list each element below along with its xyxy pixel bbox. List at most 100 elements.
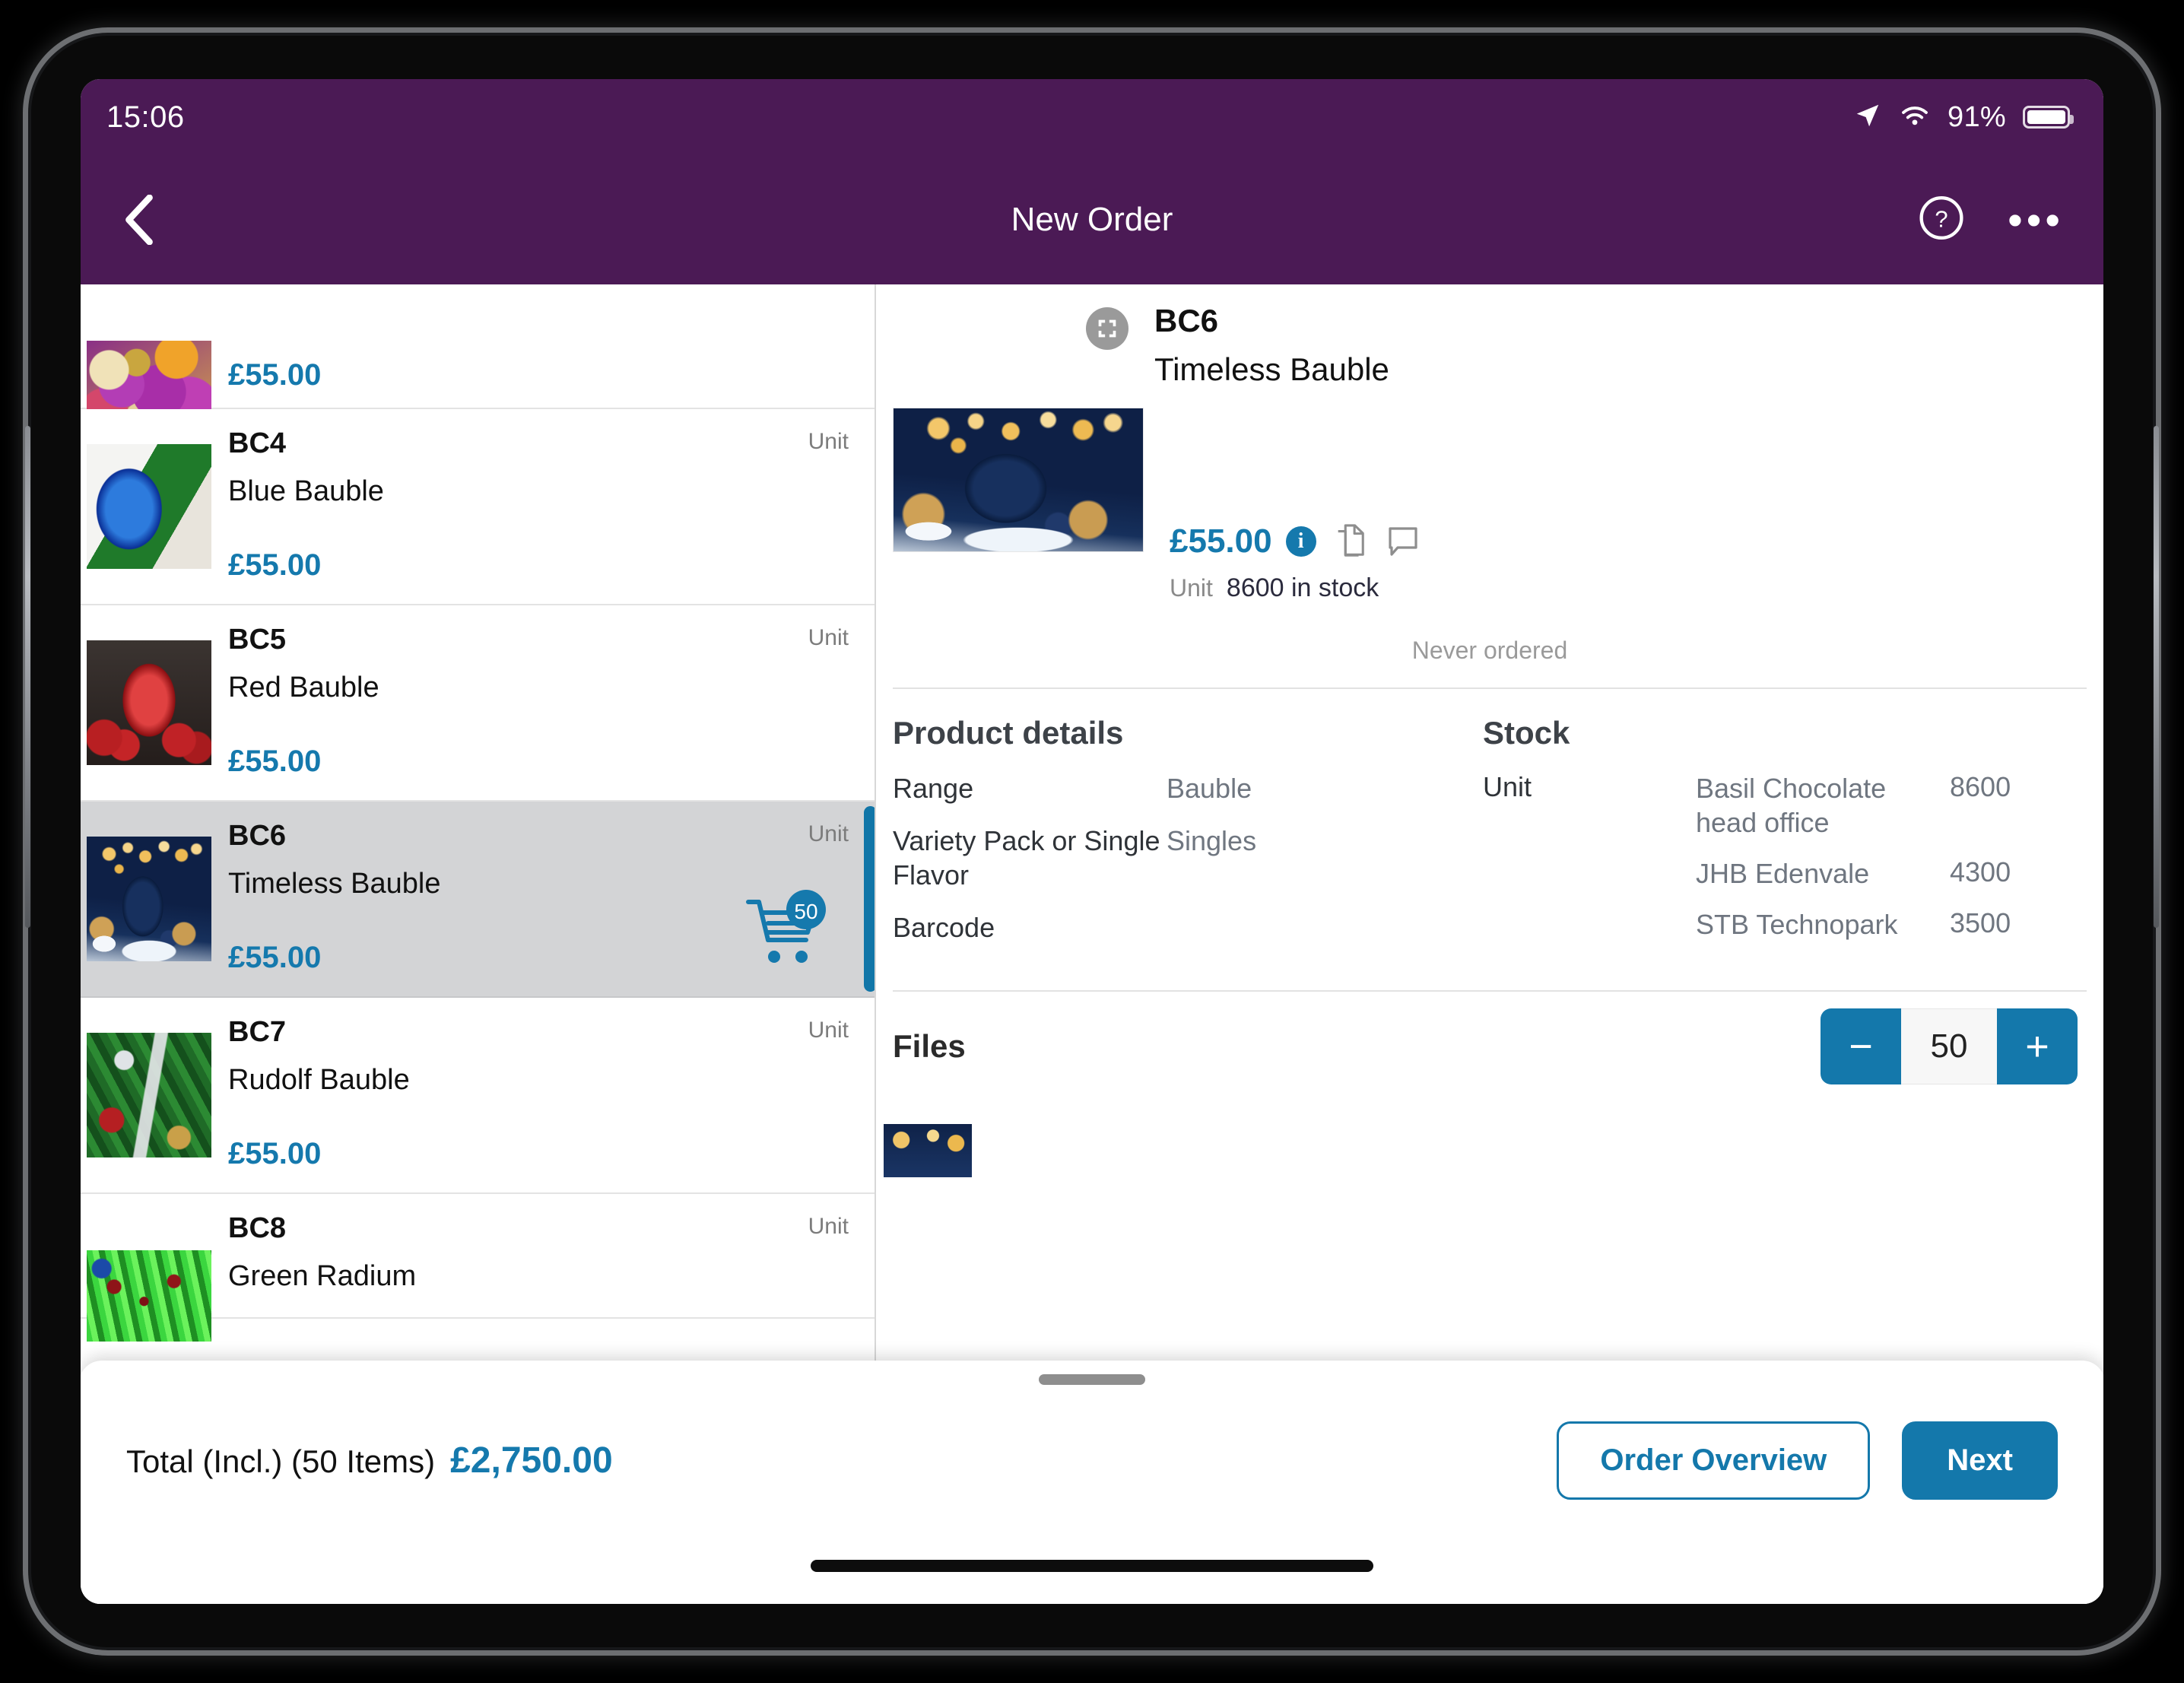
location-name: STB Technopark	[1696, 909, 1898, 940]
detail-product-name: Timeless Bauble	[1154, 351, 1389, 387]
detail-sku: BC6	[1154, 303, 1219, 338]
product-sku: BC6	[228, 820, 287, 852]
field-label: Variety Pack or Single Flavor	[893, 825, 1160, 891]
location-arrow-icon	[1853, 101, 1882, 134]
svg-text:?: ?	[1935, 205, 1948, 232]
location-name: JHB Edenvale	[1696, 858, 1870, 889]
page-title: New Order	[1011, 201, 1173, 238]
product-sku: BC4	[228, 427, 287, 459]
product-sku: BC7	[228, 1016, 287, 1048]
field-value: Bauble	[1167, 773, 1252, 804]
list-item[interactable]: BC4 Blue Bauble Unit £55.00	[81, 409, 875, 605]
quantity-value[interactable]: 50	[1901, 1008, 1997, 1084]
detail-unit-label: Unit	[1170, 574, 1213, 602]
price-row: £55.00 i	[1170, 522, 1423, 561]
list-item[interactable]: BC8 Green Radium Unit	[81, 1194, 875, 1342]
field-label: Range	[893, 773, 974, 804]
comment-icon[interactable]	[1383, 522, 1423, 561]
product-sku: BC8	[228, 1212, 287, 1244]
quantity-stepper[interactable]: − 50 +	[1821, 1008, 2078, 1084]
detail-field: Barcode	[893, 910, 1471, 945]
status-time: 15:06	[106, 100, 185, 134]
location-name: Basil Chocolate head office	[1696, 773, 1887, 838]
product-price: £55.00	[228, 745, 322, 778]
detail-header: BC6 Timeless Bauble	[876, 284, 2103, 388]
detail-price-block: £55.00 i Unit 8600 in stock	[1170, 408, 1423, 603]
order-actions: Order Overview Next	[1557, 1421, 2058, 1500]
product-name: Green Radium	[228, 1260, 417, 1292]
cart-icon[interactable]: 50	[742, 888, 841, 973]
product-name: Red Bauble	[228, 672, 379, 703]
quantity-increment-button[interactable]: +	[1997, 1008, 2078, 1084]
product-unit-label: Unit	[808, 625, 849, 650]
product-details-title: Product details	[893, 715, 1124, 751]
ipad-device-frame: 15:06 91% New Order ? ••• £55.00 BC4 Blu…	[0, 0, 2184, 1683]
order-total-label: Total (Incl.) (50 Items)	[126, 1443, 436, 1479]
product-unit-label: Unit	[808, 1018, 849, 1043]
files-title: Files	[893, 1028, 966, 1064]
stock-location-row: Basil Chocolate head office 8600	[1696, 771, 2087, 840]
more-options-icon[interactable]: •••	[2008, 198, 2064, 241]
next-button[interactable]: Next	[1902, 1421, 2058, 1500]
status-right-group: 91%	[1853, 101, 2074, 134]
stock-title: Stock	[1483, 715, 1570, 751]
cart-badge-count: 50	[794, 900, 817, 923]
app-screen: 15:06 91% New Order ? ••• £55.00 BC4 Blu…	[81, 79, 2103, 1604]
field-value: Singles	[1167, 825, 1257, 856]
stock-locations: Basil Chocolate head office 8600 JHB Ede…	[1696, 771, 2087, 958]
product-price: £55.00	[228, 548, 322, 582]
detail-header-text: BC6 Timeless Bauble	[1154, 303, 1389, 388]
product-unit-label: Unit	[808, 821, 849, 846]
product-name: Blue Bauble	[228, 475, 384, 507]
help-icon[interactable]: ?	[1918, 195, 1965, 246]
list-item-selected[interactable]: BC6 Timeless Bauble Unit £55.00 50	[81, 802, 875, 998]
product-thumbnail	[87, 444, 211, 569]
info-icon[interactable]: i	[1285, 526, 1316, 557]
file-thumbnail[interactable]	[884, 1124, 972, 1177]
list-item[interactable]: £55.00	[81, 284, 875, 432]
product-thumbnail	[87, 1033, 211, 1157]
product-hero-image[interactable]	[893, 408, 1144, 552]
sheet-grabber[interactable]	[1039, 1374, 1145, 1385]
product-unit-label: Unit	[808, 429, 849, 454]
location-qty: 4300	[1950, 856, 2011, 888]
battery-icon	[2023, 106, 2074, 129]
stock-unit-label: Unit	[1483, 771, 1532, 802]
navigation-bar: New Order ? •••	[81, 155, 2103, 284]
device-right-edge	[2154, 426, 2159, 928]
detail-price: £55.00	[1170, 522, 1272, 560]
order-summary-bar: Total (Incl.) (50 Items) £2,750.00 Order…	[81, 1361, 2103, 1604]
product-thumbnail	[87, 640, 211, 765]
product-unit-label: Unit	[808, 1214, 849, 1239]
field-label: Barcode	[893, 912, 995, 943]
top-purple-area: 15:06 91% New Order ? •••	[81, 79, 2103, 284]
order-total: Total (Incl.) (50 Items) £2,750.00	[126, 1440, 613, 1481]
navbar-actions: ? •••	[1918, 195, 2064, 246]
product-name: Rudolf Bauble	[228, 1064, 410, 1096]
quantity-decrement-button[interactable]: −	[1821, 1008, 1901, 1084]
order-history-status: Never ordered	[1411, 637, 1568, 664]
status-bar: 15:06 91%	[81, 79, 2103, 155]
stock-section: Stock Unit Basil Chocolate head office 8…	[1471, 715, 2087, 963]
order-total-amount: £2,750.00	[450, 1440, 613, 1481]
order-overview-button[interactable]: Order Overview	[1557, 1421, 1871, 1500]
product-price: £55.00	[228, 941, 322, 974]
scan-expand-icon[interactable]	[1086, 307, 1129, 350]
product-thumbnail	[87, 837, 211, 961]
detail-field: Range Bauble	[893, 771, 1471, 805]
list-item[interactable]: BC7 Rudolf Bauble Unit £55.00	[81, 998, 875, 1194]
stock-summary-row: Unit 8600 in stock	[1170, 573, 1423, 603]
stock-grid: Unit Basil Chocolate head office 8600 JH…	[1483, 771, 2087, 958]
home-indicator	[811, 1560, 1373, 1572]
stock-location-row: JHB Edenvale 4300	[1696, 856, 2087, 891]
product-price: £55.00	[228, 1137, 322, 1170]
detail-hero-row: £55.00 i Unit 8600 in stock	[876, 388, 2103, 603]
selected-row-indicator	[864, 806, 875, 992]
documents-icon[interactable]	[1330, 522, 1370, 561]
detail-columns: Product details Range Bauble Variety Pac…	[876, 689, 2103, 963]
list-item[interactable]: BC5 Red Bauble Unit £55.00	[81, 605, 875, 802]
stock-location-row: STB Technopark 3500	[1696, 907, 2087, 942]
detail-stock-summary: 8600 in stock	[1226, 573, 1379, 602]
detail-field: Variety Pack or Single Flavor Singles	[893, 824, 1471, 892]
location-qty: 3500	[1950, 907, 2011, 938]
